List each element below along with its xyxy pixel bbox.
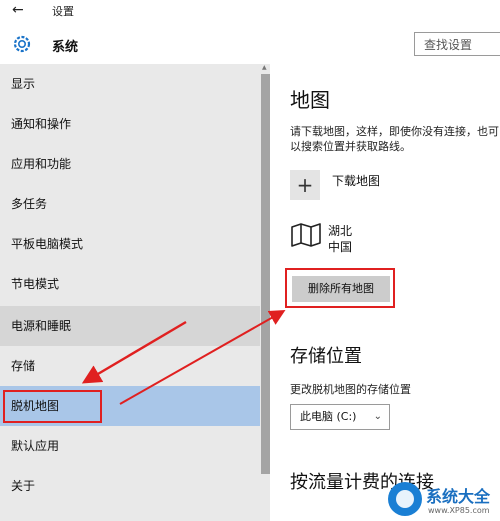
watermark-url: www.XP85.com [428, 506, 490, 515]
sidebar-item-multitasking[interactable]: 多任务 [0, 184, 260, 224]
sidebar-item-display[interactable]: 显示 [0, 64, 260, 104]
map-region-country[interactable]: 中国 [328, 238, 352, 255]
sidebar-item-apps-features[interactable]: 应用和功能 [0, 144, 260, 184]
sidebar-item-default-apps[interactable]: 默认应用 [0, 426, 260, 466]
title-bar: ← 设置 [0, 0, 500, 22]
scroll-up-icon[interactable]: ▲ [262, 64, 267, 71]
storage-location-select[interactable]: 此电脑 (C:) ⌄ [290, 404, 390, 430]
map-region-name[interactable]: 湖北 [328, 222, 352, 239]
sidebar-item-storage[interactable]: 存储 [0, 346, 260, 386]
storage-location-label: 更改脱机地图的存储位置 [290, 383, 411, 396]
sidebar-item-about[interactable]: 关于 [0, 466, 260, 506]
annotation-box-offline-maps [3, 390, 102, 423]
sidebar: 显示 通知和操作 应用和功能 多任务 平板电脑模式 节电模式 电源和睡眠 存储 … [0, 64, 270, 521]
maps-description: 请下载地图，这样，即使你没有连接，也可以搜索位置并获取路线。 [290, 125, 499, 153]
sidebar-item-battery-saver[interactable]: 节电模式 [0, 264, 260, 304]
watermark: 系统大全 www.XP85.com [388, 480, 500, 521]
gear-icon [13, 35, 31, 53]
maps-heading: 地图 [290, 88, 330, 112]
storage-location-value: 此电脑 (C:) [300, 410, 357, 423]
map-icon[interactable] [290, 222, 322, 248]
storage-heading: 存储位置 [290, 346, 362, 367]
scroll-thumb[interactable] [261, 74, 270, 474]
annotation-box-delete-button [285, 268, 395, 308]
search-input[interactable]: 查找设置 [414, 32, 500, 56]
plus-icon[interactable]: + [290, 170, 320, 200]
window-title: 设置 [52, 5, 74, 18]
watermark-name: 系统大全 [426, 487, 491, 506]
sidebar-item-notifications[interactable]: 通知和操作 [0, 104, 260, 144]
chevron-down-icon: ⌄ [373, 411, 382, 422]
page-title: 系统 [52, 40, 79, 55]
download-maps-link[interactable]: 下载地图 [332, 172, 380, 189]
sidebar-scrollbar[interactable]: ▲ [261, 64, 270, 521]
page-header: 系统 查找设置 [0, 22, 500, 64]
sidebar-item-power-sleep[interactable]: 电源和睡眠 [0, 306, 260, 346]
back-arrow-icon[interactable]: ← [12, 2, 24, 18]
watermark-logo-icon [388, 482, 422, 516]
sidebar-item-tablet-mode[interactable]: 平板电脑模式 [0, 224, 260, 264]
